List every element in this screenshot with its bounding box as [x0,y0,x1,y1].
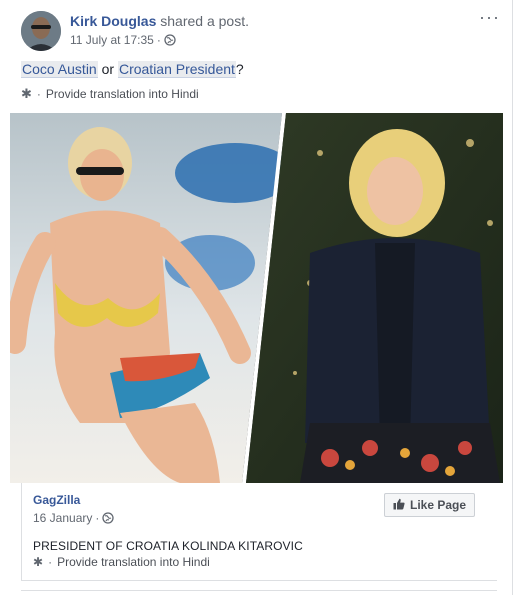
more-options-icon[interactable]: ··· [479,8,500,26]
shared-text: PRESIDENT OF CROATIA KOLINDA KITAROVIC [33,539,303,553]
post-card: Kirk Douglas shared a post. 11 July at 1… [0,0,513,595]
thumbs-up-icon [393,498,405,513]
shared-post: GagZilla 16 January · Like Page PRESIDEN… [21,483,497,581]
gear-icon: ✱ [33,555,44,569]
shared-translate-dot: · [48,555,53,569]
post-timestamp[interactable]: 11 July at 17:35 [70,33,154,47]
shared-separator: · [95,511,100,525]
post-action: shared a post. [160,13,249,29]
translate-row: ✱ · Provide translation into Hindi [21,86,199,102]
post-text-tail: ? [235,61,244,77]
author-name[interactable]: Kirk Douglas [70,13,156,29]
tag-croatian-president[interactable]: Croatian President [117,61,236,78]
shared-translate-link[interactable]: Provide translation into Hindi [57,555,210,569]
like-page-label: Like Page [410,498,467,512]
avatar[interactable] [21,11,61,51]
divider [21,590,497,591]
tag-coco-austin[interactable]: Coco Austin [21,61,98,78]
shared-meta: 16 January · [33,511,115,525]
shared-page-name[interactable]: GagZilla [33,493,80,507]
globe-icon[interactable] [164,34,176,46]
shared-timestamp[interactable]: 16 January [33,511,92,525]
post-text: Coco Austin or Croatian President? [21,60,244,78]
post-meta: 11 July at 17:35 · [70,33,176,47]
translate-dot: · [36,87,41,101]
shared-translate-row: ✱ · Provide translation into Hindi [33,555,210,569]
like-page-button[interactable]: Like Page [384,493,476,517]
post-image[interactable] [10,113,503,483]
post-header: Kirk Douglas shared a post. [70,12,249,30]
gear-icon: ✱ [21,86,32,101]
translate-link[interactable]: Provide translation into Hindi [46,87,199,101]
globe-icon[interactable] [102,512,115,524]
post-text-connector: or [97,61,118,77]
